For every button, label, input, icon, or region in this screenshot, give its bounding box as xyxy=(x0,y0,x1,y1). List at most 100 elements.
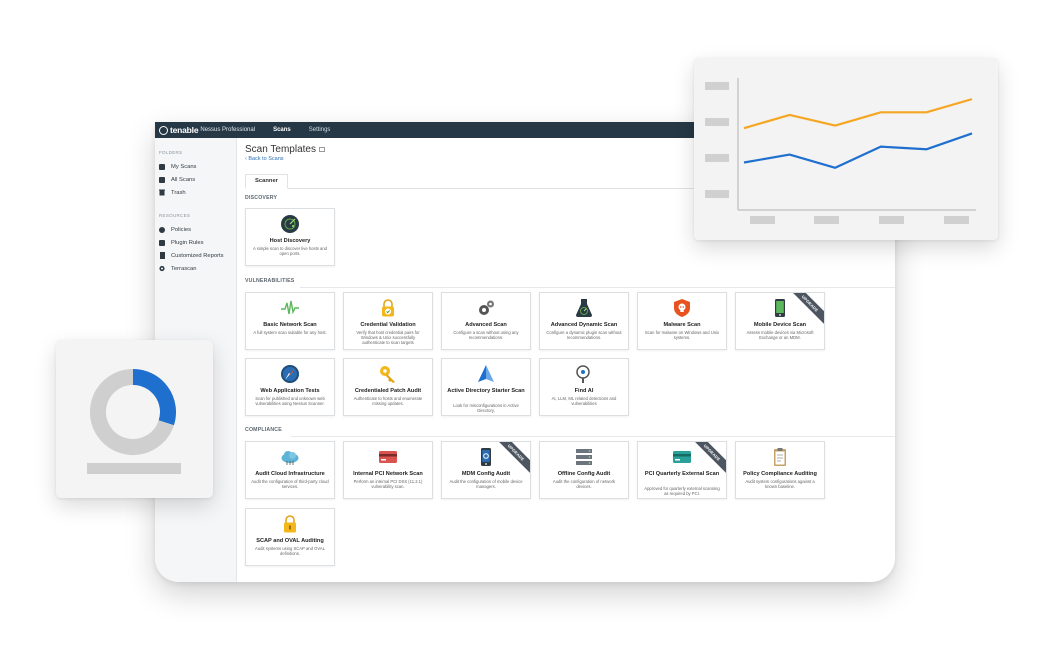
card-description: Scan for malware on Windows and Unix sys… xyxy=(644,330,720,340)
template-card-advanced-dynamic-scan[interactable]: Advanced Dynamic Scan Configure a dynami… xyxy=(539,292,629,350)
template-card-offline-config-audit[interactable]: Offline Config Audit Audit the configura… xyxy=(539,441,629,499)
x-tick-label-placeholder xyxy=(879,216,904,224)
sidebar-item-policies[interactable]: Policies xyxy=(155,223,236,236)
sidebar-item-label: Terrascan xyxy=(171,265,197,272)
credit-card-icon xyxy=(379,451,397,463)
section-divider xyxy=(291,436,895,437)
card-description: A simple scan to discover live hosts and… xyxy=(252,246,327,256)
mobile-gear-icon xyxy=(481,448,491,466)
key-icon xyxy=(380,366,395,383)
card-description: Scan for published and unknown web vulne… xyxy=(255,396,325,406)
x-tick-label-placeholder xyxy=(750,216,775,224)
sidebar-folders-heading: FOLDERS xyxy=(159,150,183,155)
template-card-basic-network-scan[interactable]: Basic Network Scan A full system scan su… xyxy=(245,292,335,350)
card-description: AI, LLM, ML related detections and vulne… xyxy=(551,396,617,406)
series-line-2 xyxy=(743,132,973,169)
product-name: Nessus Professional xyxy=(200,127,256,133)
donut-slice-1 xyxy=(132,369,176,426)
donut-chart-card xyxy=(56,340,213,498)
brand-logo[interactable]: tenable Nessus Professional xyxy=(159,125,255,135)
card-title: PCI Quarterly External Scan xyxy=(644,471,720,477)
template-card-scap-and-oval-auditing[interactable]: SCAP and OVAL Auditing Audit systems usi… xyxy=(245,508,335,566)
y-tick-label-placeholder xyxy=(705,154,729,162)
sidebar-item-terrascan[interactable]: Terrascan xyxy=(155,262,236,275)
card-description: Approved for quarterly external scanning… xyxy=(644,486,720,496)
section-vulnerabilities: VULNERABILITIES xyxy=(245,278,295,284)
template-card-credential-validation[interactable]: Credential Validation Verify that host c… xyxy=(343,292,433,350)
card-title: SCAP and OVAL Auditing xyxy=(256,538,324,544)
sidebar-item-all-scans[interactable]: All Scans xyxy=(155,173,236,186)
card-description: Look for misconfigurations in Active Dir… xyxy=(453,403,519,413)
server-rack-icon xyxy=(576,449,592,465)
sidebar-resources-heading: RESOURCES xyxy=(159,213,191,218)
plugin-rules-icon xyxy=(159,239,165,246)
donut-chart xyxy=(87,369,181,474)
card-title: Credentialed Patch Audit xyxy=(354,388,422,394)
page-title-text: Scan Templates xyxy=(245,144,316,155)
template-card-internal-pci-network-scan[interactable]: Internal PCI Network Scan Perform an int… xyxy=(343,441,433,499)
y-tick-label-placeholder xyxy=(705,190,729,198)
template-card-advanced-scan[interactable]: Advanced Scan Configure a scan without u… xyxy=(441,292,531,350)
nav-scans[interactable]: Scans xyxy=(273,127,291,133)
x-tick-label-placeholder xyxy=(814,216,839,224)
card-description: Audit the configuration of third-party c… xyxy=(251,479,329,489)
sidebar-item-customized-reports[interactable]: Customized Reports xyxy=(155,249,236,262)
gears-icon xyxy=(479,300,494,315)
donut-label-placeholder xyxy=(87,463,181,474)
page-title: Scan Templates xyxy=(245,144,325,155)
card-title: Advanced Dynamic Scan xyxy=(550,322,618,328)
sidebar-item-label: Trash xyxy=(171,189,186,196)
trash-icon xyxy=(159,189,165,196)
nav-settings[interactable]: Settings xyxy=(309,127,331,133)
card-description: Audit system configurations against a kn… xyxy=(745,479,815,489)
folder-icon xyxy=(159,163,165,170)
card-description: Configure a dynamic plugin scan without … xyxy=(546,330,622,340)
section-discovery: DISCOVERY xyxy=(245,195,278,201)
shield-skull-icon xyxy=(674,299,690,317)
card-description: Assess mobile devices via Microsoft Exch… xyxy=(746,330,814,340)
sidebar-item-label: My Scans xyxy=(171,163,197,170)
clipboard-icon xyxy=(774,448,786,466)
template-card-mobile-device-scan[interactable]: Mobile Device Scan Assess mobile devices… xyxy=(735,292,825,350)
cloud-icon xyxy=(281,451,299,465)
template-card-pci-quarterly-external-scan[interactable]: PCI Quarterly External Scan Approved for… xyxy=(637,441,727,499)
card-description: Audit systems using SCAP and OVAL defini… xyxy=(255,546,325,556)
sidebar-item-label: Policies xyxy=(171,226,191,233)
card-title: Basic Network Scan xyxy=(263,322,317,328)
policy-icon xyxy=(159,226,165,233)
sidebar-item-my-scans[interactable]: My Scans xyxy=(155,160,236,173)
card-description: Audit the configuration of mobile device… xyxy=(449,479,523,489)
card-title: Offline Config Audit xyxy=(557,471,611,477)
card-title: Web Application Tests xyxy=(260,388,320,394)
credit-card-icon xyxy=(673,451,691,463)
x-tick-label-placeholder xyxy=(944,216,969,224)
template-card-credentialed-patch-audit[interactable]: Credentialed Patch Audit Authenticate to… xyxy=(343,358,433,416)
template-card-find-ai[interactable]: Find AI AI, LLM, ML related detections a… xyxy=(539,358,629,416)
report-icon xyxy=(159,252,165,259)
card-description: Verify that host credential pairs for Wi… xyxy=(356,330,420,345)
card-title: MDM Config Audit xyxy=(461,471,511,477)
card-title: Find AI xyxy=(574,388,594,394)
card-description: Perform an internal PCI DSS (11.2.1) vul… xyxy=(353,479,423,489)
padlock-icon xyxy=(284,515,296,533)
window-icon[interactable] xyxy=(318,146,325,152)
sidebar-item-label: All Scans xyxy=(171,176,196,183)
template-card-audit-cloud-infrastructure[interactable]: Audit Cloud Infrastructure Audit the con… xyxy=(245,441,335,499)
sidebar-item-trash[interactable]: Trash xyxy=(155,186,236,199)
template-card-active-directory-starter-scan[interactable]: Active Directory Starter Scan Look for m… xyxy=(441,358,531,416)
template-card-mdm-config-audit[interactable]: MDM Config Audit Audit the configuration… xyxy=(441,441,531,499)
terrascan-icon xyxy=(159,265,165,272)
sidebar-item-label: Plugin Rules xyxy=(171,239,204,246)
card-description: Configure a scan without using any recom… xyxy=(453,330,519,340)
radar-icon xyxy=(281,215,299,233)
template-card-malware-scan[interactable]: Malware Scan Scan for malware on Windows… xyxy=(637,292,727,350)
card-description: Authenticate to hosts and enumerate miss… xyxy=(353,396,423,406)
sidebar-item-plugin-rules[interactable]: Plugin Rules xyxy=(155,236,236,249)
y-tick-label-placeholder xyxy=(705,82,729,90)
tab-scanner[interactable]: Scanner xyxy=(245,174,288,189)
template-card-web-application-tests[interactable]: Web Application Tests Scan for published… xyxy=(245,358,335,416)
template-card-host-discovery[interactable]: Host Discovery A simple scan to discover… xyxy=(245,208,335,266)
line-chart-card xyxy=(694,58,998,240)
template-card-policy-compliance-auditing[interactable]: Policy Compliance Auditing Audit system … xyxy=(735,441,825,499)
back-to-scans-link[interactable]: ‹ Back to Scans xyxy=(245,156,284,162)
